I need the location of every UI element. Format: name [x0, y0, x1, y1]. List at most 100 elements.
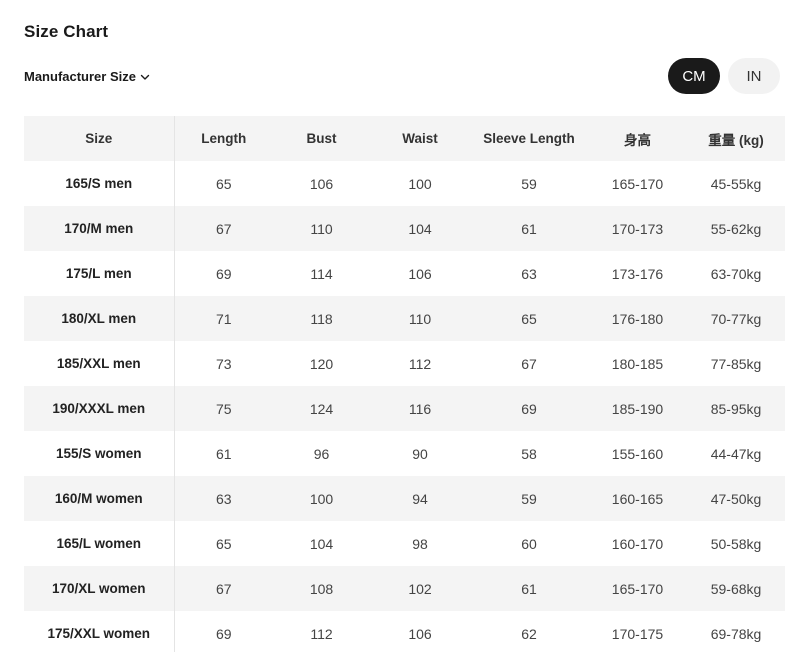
table-row: 165/L women 65 104 98 60 160-170 50-58kg — [24, 521, 785, 566]
cell-sleeve-length: 61 — [470, 566, 588, 611]
unit-toggle: CM IN — [668, 58, 780, 94]
cell-weight: 47-50kg — [687, 476, 785, 521]
cell-bust: 110 — [273, 206, 370, 251]
size-table-container: Size Length Bust Waist Sleeve Length 身高 … — [24, 116, 785, 652]
cell-height: 180-185 — [611, 355, 664, 372]
cell-height: 165-170 — [588, 566, 687, 611]
cell-weight: 55-62kg — [687, 206, 785, 251]
unit-cm-button[interactable]: CM — [668, 58, 720, 94]
cell-size: 175/XXL women — [24, 611, 175, 652]
cell-length: 67 — [174, 206, 273, 251]
cell-bust: 106 — [309, 175, 334, 192]
cell-height: 170-173 — [588, 206, 687, 251]
cell-weight: 50-58kg — [710, 535, 762, 552]
header-length: Length — [174, 116, 273, 161]
cell-height: 185-190 — [588, 386, 687, 431]
cell-waist: 112 — [408, 355, 432, 372]
unit-in-button[interactable]: IN — [728, 58, 780, 94]
cell-length: 69 — [215, 265, 232, 282]
cell-size: 170/XL women — [24, 566, 175, 611]
cell-height: 155-160 — [611, 445, 664, 462]
cell-sleeve-length: 69 — [470, 386, 588, 431]
size-table: Size Length Bust Waist Sleeve Length 身高 … — [24, 116, 785, 652]
cell-sleeve-length: 59 — [521, 175, 537, 192]
page-title: Size Chart — [24, 22, 109, 41]
cell-height: 160-170 — [611, 535, 664, 552]
table-row: 170/M men 67 110 104 61 170-173 55-62kg — [24, 206, 785, 251]
cell-waist: 98 — [412, 535, 428, 552]
cell-length: 65 — [215, 175, 232, 192]
cell-size: 165/L women — [24, 521, 175, 566]
cell-length: 61 — [215, 445, 232, 462]
table-row: 190/XXXL men 75 124 116 69 185-190 85-95kg — [24, 386, 785, 431]
table-row: 180/XL men 71 118 110 65 176-180 70-77kg — [24, 296, 785, 341]
header-waist: Waist — [370, 116, 470, 161]
cell-bust: 118 — [273, 296, 370, 341]
table-row: 160/M women 63 100 94 59 160-165 47-50kg — [24, 476, 785, 521]
cell-sleeve-length: 61 — [470, 206, 588, 251]
cell-length: 69 — [215, 625, 232, 642]
cell-sleeve-length: 62 — [521, 625, 537, 642]
cell-bust: 114 — [310, 265, 333, 282]
cell-size: 175/L men — [24, 251, 175, 296]
cell-waist: 104 — [370, 206, 470, 251]
cell-waist: 110 — [370, 296, 470, 341]
cell-weight: 70-77kg — [687, 296, 785, 341]
cell-size: 180/XL men — [24, 296, 175, 341]
manufacturer-size-label: Manufacturer Size — [24, 69, 136, 84]
cell-length: 75 — [174, 386, 273, 431]
header-height: 身高 — [588, 116, 687, 161]
cell-bust: 120 — [309, 355, 334, 372]
cell-weight: 85-95kg — [687, 386, 785, 431]
cell-sleeve-length: 58 — [521, 445, 537, 462]
cell-waist: 90 — [412, 445, 428, 462]
cell-length: 65 — [215, 535, 232, 552]
cell-length: 67 — [174, 566, 273, 611]
cell-weight: 63-70kg — [710, 265, 762, 282]
chevron-down-icon — [140, 74, 150, 80]
cell-size: 190/XXXL men — [24, 386, 175, 431]
cell-length: 71 — [174, 296, 273, 341]
cell-height: 176-180 — [588, 296, 687, 341]
cell-sleeve-length: 65 — [470, 296, 588, 341]
manufacturer-size-dropdown[interactable]: Manufacturer Size — [24, 69, 150, 84]
table-header-row: Size Length Bust Waist Sleeve Length 身高 … — [24, 116, 785, 161]
cell-weight: 44-47kg — [710, 445, 762, 462]
cell-size: 170/M men — [24, 206, 175, 251]
header-sleeve-length: Sleeve Length — [470, 116, 588, 161]
table-row: 175/XXL women 69 112 106 62 170-175 69-78kg — [24, 611, 785, 652]
cell-size: 155/S women — [24, 431, 175, 476]
cell-weight: 45-55kg — [710, 175, 762, 192]
cell-size: 165/S men — [24, 161, 175, 206]
table-row: 170/XL women 67 108 102 61 165-170 59-68kg — [24, 566, 785, 611]
cell-size: 185/XXL men — [24, 341, 175, 386]
cell-waist: 116 — [370, 386, 470, 431]
cell-waist: 100 — [408, 175, 432, 192]
table-row: 155/S women 61 96 90 58 155-160 44-47kg — [24, 431, 785, 476]
cell-height: 173-176 — [611, 265, 664, 282]
cell-size: 160/M women — [24, 476, 175, 521]
cell-length: 73 — [215, 355, 232, 372]
cell-bust: 108 — [273, 566, 370, 611]
header-bust: Bust — [273, 116, 370, 161]
cell-bust: 112 — [310, 625, 333, 642]
cell-height: 160-165 — [588, 476, 687, 521]
header-weight: 重量 (kg) — [687, 116, 785, 161]
cell-length: 63 — [174, 476, 273, 521]
table-row: 185/XXL men 73 120 112 67 180-185 77-85kg — [24, 341, 785, 386]
cell-bust: 124 — [273, 386, 370, 431]
cell-bust: 100 — [273, 476, 370, 521]
cell-sleeve-length: 60 — [521, 535, 537, 552]
cell-sleeve-length: 67 — [521, 355, 537, 372]
cell-weight: 69-78kg — [710, 625, 762, 642]
cell-bust: 104 — [309, 535, 334, 552]
cell-sleeve-length: 63 — [521, 265, 537, 282]
cell-height: 165-170 — [611, 175, 664, 192]
size-chart-page: Size Chart Manufacturer Size CM IN Size — [0, 0, 791, 652]
cell-bust: 96 — [313, 445, 330, 462]
cell-sleeve-length: 59 — [470, 476, 588, 521]
cell-height: 170-175 — [611, 625, 664, 642]
cell-waist: 102 — [370, 566, 470, 611]
table-row: 175/L men 69 114 106 63 173-176 63-70kg — [24, 251, 785, 296]
header-size: Size — [24, 116, 175, 161]
